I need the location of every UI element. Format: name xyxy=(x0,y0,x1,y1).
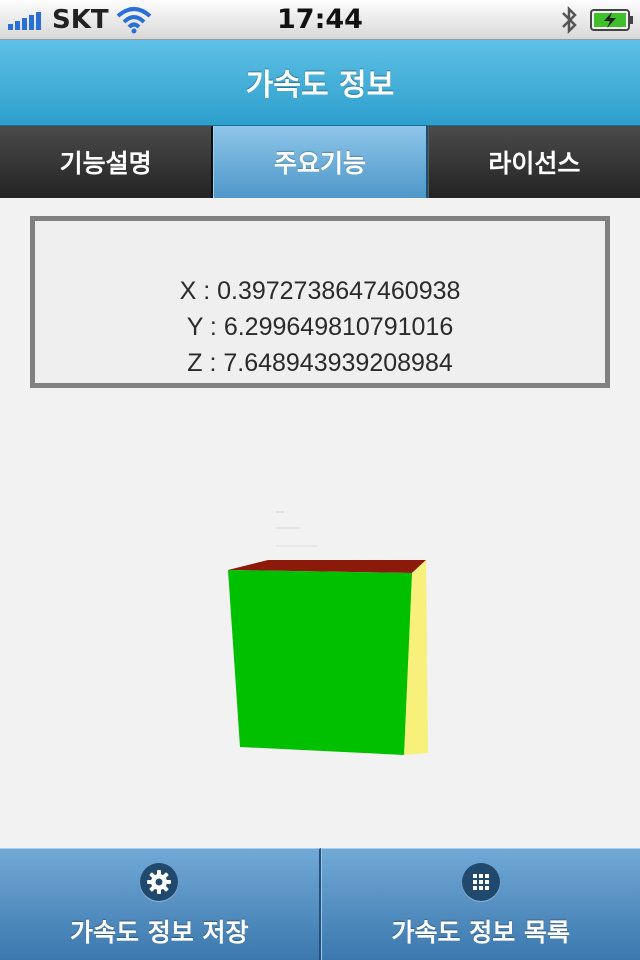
bottom-toolbar: 가속도 정보 저장 가속도 정보 목록 xyxy=(0,848,640,960)
save-accel-info-label: 가속도 정보 저장 xyxy=(70,918,249,947)
title-bar: 가속도 정보 xyxy=(0,40,640,126)
save-accel-info-button[interactable]: 가속도 정보 저장 xyxy=(0,848,321,960)
cube-view xyxy=(0,400,640,840)
grid-icon xyxy=(461,863,500,901)
page-title: 가속도 정보 xyxy=(245,68,395,103)
status-time: 17:44 xyxy=(277,4,363,35)
accel-values-panel: X : 0.3972738647460938 Y : 6.29964981079… xyxy=(30,216,610,388)
accel-x-value: X : 0.3972738647460938 xyxy=(179,277,461,305)
accel-info-list-button[interactable]: 가속도 정보 목록 xyxy=(320,848,640,960)
accel-info-list-label: 가속도 정보 목록 xyxy=(391,918,570,947)
tab-main-features[interactable]: 주요기능 xyxy=(213,126,428,198)
cube-front-face xyxy=(228,570,412,755)
battery-charging-icon xyxy=(590,9,633,31)
tab-license[interactable]: 라이선스 xyxy=(427,126,640,198)
status-bar: SKT 17:44 xyxy=(0,0,640,40)
accel-y-value: Y : 6.299649810791016 xyxy=(186,313,454,341)
tab-feature-description[interactable]: 기능설명 xyxy=(0,126,214,198)
cube-graphic xyxy=(228,511,428,755)
bluetooth-icon xyxy=(562,5,577,35)
gear-icon xyxy=(140,863,179,901)
accel-z-value: Z : 7.648943939208984 xyxy=(187,349,453,377)
tab-bar: 기능설명 주요기능 라이선스 xyxy=(0,126,640,198)
